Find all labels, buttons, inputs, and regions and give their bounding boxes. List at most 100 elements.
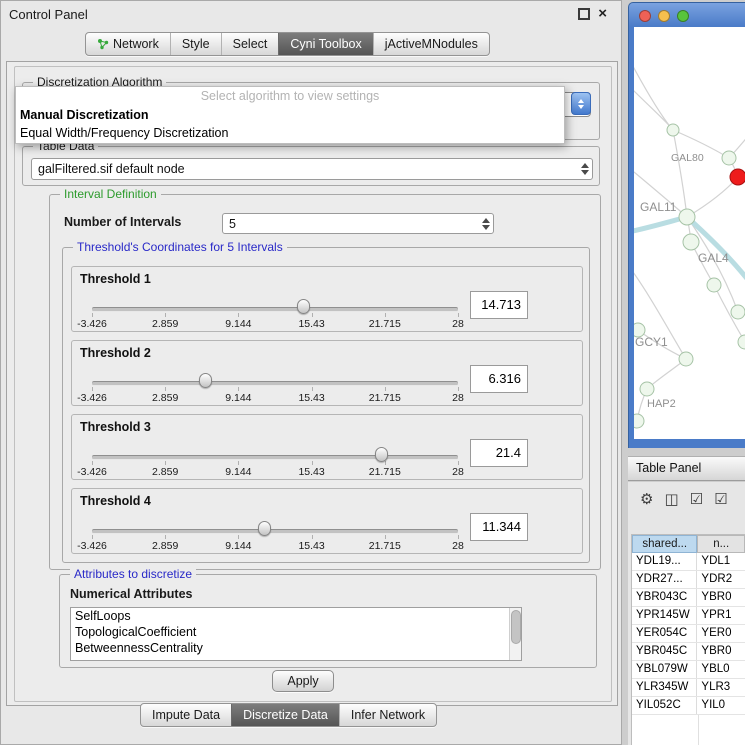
attribute-item-topologicalcoefficient[interactable]: TopologicalCoefficient	[71, 624, 521, 640]
network-canvas[interactable]: GAL80GAL11GAL4GCY1HAP2	[634, 27, 745, 439]
table-panel-header[interactable]: Table Panel	[628, 456, 745, 481]
slider-tick	[92, 313, 93, 317]
column-header-1[interactable]: shared...	[632, 535, 697, 553]
table-row[interactable]: YBL079WYBL0	[632, 661, 745, 679]
tab-jactivemnodules[interactable]: jActiveMNodules	[373, 33, 489, 55]
table-cell[interactable]: YDR2	[697, 571, 745, 588]
slider-track[interactable]	[92, 529, 458, 534]
close-window-button[interactable]: ×	[598, 8, 607, 20]
apply-button[interactable]: Apply	[272, 670, 334, 692]
table-row[interactable]: YDL19...YDL1	[632, 553, 745, 571]
attribute-item-betweennesscentrality[interactable]: BetweennessCentrality	[71, 640, 521, 656]
attribute-item-selfloops[interactable]: SelfLoops	[71, 608, 521, 624]
tab-label: Discretize Data	[243, 708, 328, 722]
table-cell[interactable]: YDL19...	[632, 553, 697, 570]
column-header-2[interactable]: n...	[697, 535, 745, 553]
table-cell[interactable]: YBL079W	[632, 661, 697, 678]
threshold-value-field[interactable]: 6.316	[470, 365, 528, 393]
scrollbar-thumb[interactable]	[511, 610, 521, 644]
table-row[interactable]: YER054CYER0	[632, 625, 745, 643]
network-node[interactable]	[679, 209, 695, 225]
network-node[interactable]	[640, 382, 654, 396]
bottom-tab-discretize-data[interactable]: Discretize Data	[231, 704, 339, 726]
table-cell[interactable]: YLR3	[697, 679, 745, 696]
slider-thumb[interactable]	[199, 373, 212, 388]
algorithm-option-placeholder[interactable]: Select algorithm to view settings	[16, 87, 564, 106]
zoom-light[interactable]	[677, 10, 689, 22]
select-rows-icon[interactable]: ☑	[714, 492, 727, 508]
tab-style[interactable]: Style	[170, 33, 221, 55]
slider-thumb[interactable]	[375, 447, 388, 462]
select-columns-icon[interactable]: ☑	[690, 492, 703, 508]
slider-tick	[165, 387, 166, 391]
numerical-attributes-heading: Numerical Attributes	[70, 587, 192, 601]
slider-tick	[458, 313, 459, 317]
table-cell[interactable]: YER054C	[632, 625, 697, 642]
network-node[interactable]	[683, 234, 699, 250]
table-row[interactable]: YDR27...YDR2	[632, 571, 745, 589]
network-node[interactable]	[667, 124, 679, 136]
network-node[interactable]	[722, 151, 736, 165]
table-cell[interactable]: YER0	[697, 625, 745, 642]
list-scrollbar[interactable]	[509, 608, 521, 660]
gear-icon[interactable]: ⚙	[640, 492, 653, 508]
tab-network[interactable]: Network	[86, 33, 170, 55]
table-data-combobox[interactable]: galFiltered.sif default node	[31, 158, 593, 180]
number-of-intervals-combobox[interactable]: 5	[222, 213, 494, 234]
network-edge[interactable]	[687, 177, 738, 217]
top-tab-bar: Network StyleSelectCyni ToolboxjActiveMNo…	[85, 32, 490, 56]
table-cell[interactable]: YPR145W	[632, 607, 697, 624]
table-row[interactable]: YBR043CYBR0	[632, 589, 745, 607]
network-node[interactable]	[707, 278, 721, 292]
slider-track[interactable]	[92, 455, 458, 460]
float-window-button[interactable]	[578, 8, 590, 20]
network-node[interactable]	[634, 414, 644, 428]
numerical-attributes-list[interactable]: SelfLoopsTopologicalCoefficientBetweenne…	[70, 607, 522, 661]
table-row[interactable]: YIL052CYIL0	[632, 697, 745, 715]
network-node[interactable]	[738, 335, 745, 349]
table-cell[interactable]: YPR1	[697, 607, 745, 624]
network-node[interactable]	[731, 305, 745, 319]
tab-label: Network	[113, 37, 159, 51]
network-node[interactable]	[679, 352, 693, 366]
minimize-light[interactable]	[658, 10, 670, 22]
table-cell[interactable]: YDL1	[697, 553, 745, 570]
threshold-value-field[interactable]: 11.344	[470, 513, 528, 541]
network-node-highlighted[interactable]	[730, 169, 745, 185]
table-cell[interactable]: YIL0	[697, 697, 745, 714]
slider-tick	[458, 535, 459, 539]
network-graph: GAL80GAL11GAL4GCY1HAP2	[634, 27, 745, 439]
network-edge[interactable]	[634, 85, 673, 130]
table-cell[interactable]: YDR27...	[632, 571, 697, 588]
table-cell[interactable]: YLR345W	[632, 679, 697, 696]
network-edge[interactable]	[634, 57, 673, 130]
table-cell[interactable]: YBL0	[697, 661, 745, 678]
slider-track[interactable]	[92, 381, 458, 386]
threshold-value-field[interactable]: 14.713	[470, 291, 528, 319]
algorithm-option-equal-width-frequency-discretization[interactable]: Equal Width/Frequency Discretization	[16, 124, 564, 142]
slider-track[interactable]	[92, 307, 458, 312]
table-cell[interactable]: YBR045C	[632, 643, 697, 660]
tab-cyni-toolbox[interactable]: Cyni Toolbox	[278, 33, 372, 55]
slider-scale-label: 2.859	[152, 318, 178, 330]
bottom-tab-impute-data[interactable]: Impute Data	[141, 704, 231, 726]
algorithm-option-manual-discretization[interactable]: Manual Discretization	[16, 106, 564, 124]
table-row[interactable]: YLR345WYLR3	[632, 679, 745, 697]
bottom-tab-infer-network[interactable]: Infer Network	[339, 704, 436, 726]
slider-tick	[92, 535, 93, 539]
tab-select[interactable]: Select	[221, 33, 279, 55]
slider-thumb[interactable]	[258, 521, 271, 536]
table-cell[interactable]: YBR043C	[632, 589, 697, 606]
close-light[interactable]	[639, 10, 651, 22]
cyni-toolbox-panel: Discretization Algorithm Select algorith…	[6, 61, 618, 706]
table-row[interactable]: YBR045CYBR0	[632, 643, 745, 661]
table-row[interactable]: YPR145WYPR1	[632, 607, 745, 625]
columns-icon[interactable]: ◫	[664, 492, 678, 508]
arrow-up-icon	[482, 218, 490, 223]
table-cell[interactable]: YBR0	[697, 643, 745, 660]
slider-thumb[interactable]	[297, 299, 310, 314]
table-cell[interactable]: YBR0	[697, 589, 745, 606]
table-cell[interactable]: YIL052C	[632, 697, 697, 714]
number-of-intervals-label: Number of Intervals	[64, 215, 181, 229]
threshold-value-field[interactable]: 21.4	[470, 439, 528, 467]
